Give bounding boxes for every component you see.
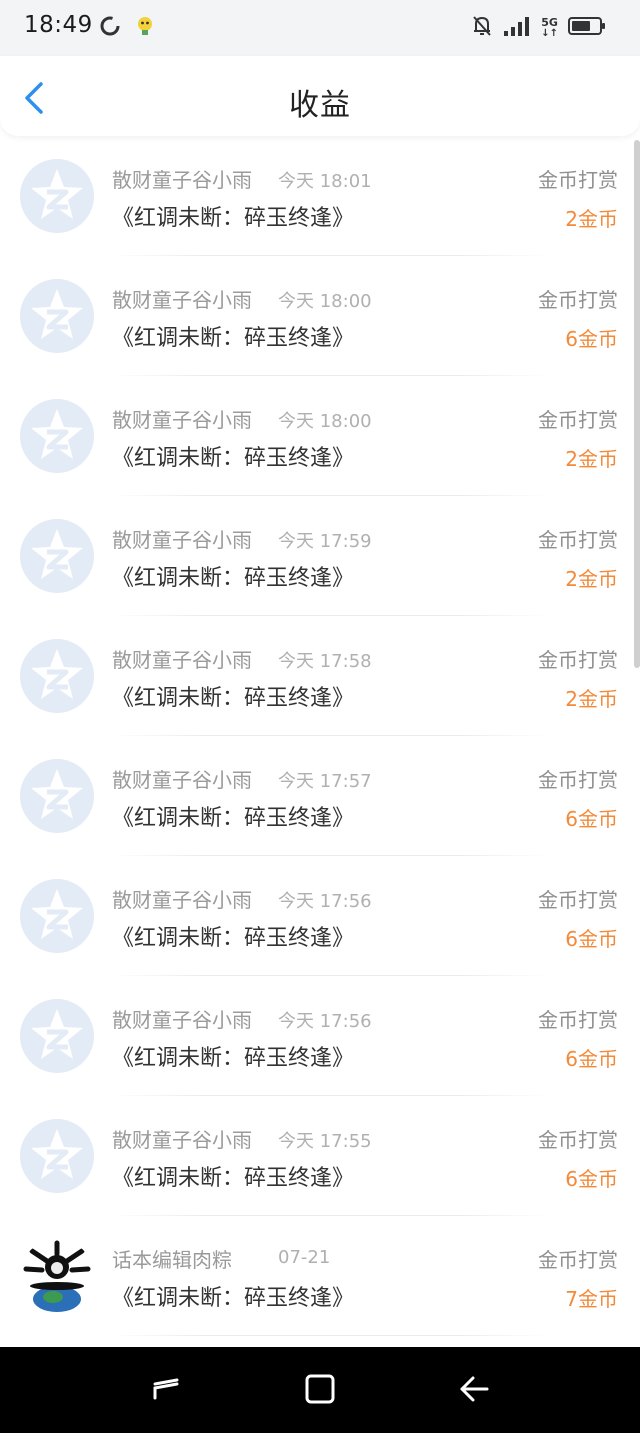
work-title: 《红调未断：碎玉终逢》 [112,566,355,591]
work-title: 《红调未断：碎玉终逢》 [112,926,355,951]
earning-record-row[interactable]: 散财童子谷小雨 今天 17:57 《红调未断：碎玉终逢》 金币打赏 6金币 [0,736,640,856]
default-avatar-icon[interactable] [20,279,94,353]
earning-record-row[interactable]: 散财童子谷小雨 今天 17:59 《红调未断：碎玉终逢》 金币打赏 2金币 [0,496,640,616]
sender-name: 散财童子谷小雨 [112,768,252,792]
reward-amount: 6金币 [565,807,618,831]
reward-type: 金币打赏 [538,1128,618,1152]
reward-amount: 2金币 [565,567,618,591]
reward-amount: 6金币 [565,327,618,351]
row-divider [112,1335,548,1336]
reward-amount: 2金币 [565,447,618,471]
reward-type: 金币打赏 [538,1248,618,1272]
signal-icon [503,14,531,42]
reward-amount: 2金币 [565,687,618,711]
earning-record-row[interactable]: 散财童子谷小雨 今天 18:01 《红调未断：碎玉终逢》 金币打赏 2金币 [0,136,640,256]
default-avatar-icon[interactable] [20,159,94,233]
record-time: 07-21 [278,1247,331,1268]
data-arrows-icon: ↓↑ [541,28,558,39]
header: 收益 [0,56,640,136]
network-type-icon: 5G ↓↑ [541,17,558,39]
status-right-icons: 5G ↓↑ [471,14,606,42]
app-notification-icon [134,15,156,41]
battery-icon [568,15,606,41]
work-title: 《红调未断：碎玉终逢》 [112,326,355,351]
work-title: 《红调未断：碎玉终逢》 [112,1046,355,1071]
sender-name: 散财童子谷小雨 [112,528,252,552]
record-time: 今天 18:00 [278,411,372,432]
sender-name: 散财童子谷小雨 [112,888,252,912]
default-avatar-icon[interactable] [20,639,94,713]
reward-type: 金币打赏 [538,288,618,312]
work-title: 《红调未断：碎玉终逢》 [112,206,355,231]
work-title: 《红调未断：碎玉终逢》 [112,686,355,711]
reward-type: 金币打赏 [538,648,618,672]
earning-record-row[interactable]: 散财童子谷小雨 今天 17:56 《红调未断：碎玉终逢》 金币打赏 6金币 [0,856,640,976]
sender-name: 散财童子谷小雨 [112,1128,252,1152]
status-bar: 18:49 5G ↓↑ [0,0,640,56]
reward-type: 金币打赏 [538,168,618,192]
reward-type: 金币打赏 [538,1008,618,1032]
status-time: 18:49 [24,12,93,38]
sender-name: 散财童子谷小雨 [112,408,252,432]
earning-record-row[interactable]: 散财童子谷小雨 今天 18:00 《红调未断：碎玉终逢》 金币打赏 2金币 [0,376,640,496]
network-type-label: 5G [541,16,558,29]
reward-type: 金币打赏 [538,408,618,432]
record-time: 今天 18:01 [278,171,372,192]
status-left-icons [98,14,156,42]
record-time: 今天 17:59 [278,531,372,552]
screen: 18:49 5G ↓↑ 收益 散财童子谷小雨 今天 18:01 《红调未断：碎玉… [0,0,640,1433]
sender-name: 散财童子谷小雨 [112,288,252,312]
reward-type: 金币打赏 [538,528,618,552]
earning-record-row[interactable]: 散财童子谷小雨 今天 17:56 《红调未断：碎玉终逢》 金币打赏 6金币 [0,976,640,1096]
page-title: 收益 [289,88,351,123]
back-arrow-icon [457,1372,491,1410]
home-button[interactable] [300,1371,340,1411]
default-avatar-icon[interactable] [20,399,94,473]
reward-amount: 7金币 [565,1287,618,1311]
reward-amount: 2金币 [565,207,618,231]
sender-name: 话本编辑肉粽 [112,1248,232,1272]
sync-icon [98,14,122,42]
earning-record-row[interactable]: 散财童子谷小雨 今天 17:58 《红调未断：碎玉终逢》 金币打赏 2金币 [0,616,640,736]
mute-bell-icon [471,14,493,42]
reward-type: 金币打赏 [538,888,618,912]
recent-apps-icon [149,1372,183,1410]
sender-name: 散财童子谷小雨 [112,168,252,192]
earning-record-row[interactable]: 话本编辑肉粽 07-21 《红调未断：碎玉终逢》 金币打赏 7金币 [0,1216,640,1336]
system-nav-bar [0,1347,640,1433]
earning-record-row[interactable]: 散财童子谷小雨 今天 18:00 《红调未断：碎玉终逢》 金币打赏 6金币 [0,256,640,376]
sender-name: 散财童子谷小雨 [112,1008,252,1032]
sender-name: 散财童子谷小雨 [112,648,252,672]
user-avatar[interactable] [20,1239,94,1313]
earning-record-row[interactable]: 散财童子谷小雨 今天 17:55 《红调未断：碎玉终逢》 金币打赏 6金币 [0,1096,640,1216]
default-avatar-icon[interactable] [20,1119,94,1193]
record-time: 今天 17:58 [278,651,372,672]
default-avatar-icon[interactable] [20,759,94,833]
work-title: 《红调未断：碎玉终逢》 [112,806,355,831]
record-time: 今天 17:56 [278,891,372,912]
reward-amount: 6金币 [565,1047,618,1071]
work-title: 《红调未断：碎玉终逢》 [112,446,355,471]
scrollbar[interactable] [634,140,640,668]
default-avatar-icon[interactable] [20,999,94,1073]
back-nav-button[interactable] [454,1371,494,1411]
record-time: 今天 17:56 [278,1011,372,1032]
reward-amount: 6金币 [565,927,618,951]
record-time: 今天 18:00 [278,291,372,312]
work-title: 《红调未断：碎玉终逢》 [112,1286,355,1311]
work-title: 《红调未断：碎玉终逢》 [112,1166,355,1191]
record-time: 今天 17:57 [278,771,372,792]
reward-type: 金币打赏 [538,768,618,792]
reward-amount: 6金币 [565,1167,618,1191]
default-avatar-icon[interactable] [20,519,94,593]
default-avatar-icon[interactable] [20,879,94,953]
earnings-list: 散财童子谷小雨 今天 18:01 《红调未断：碎玉终逢》 金币打赏 2金币 散财童子谷小雨… [0,136,640,1336]
recent-apps-button[interactable] [146,1371,186,1411]
record-time: 今天 17:55 [278,1131,372,1152]
home-icon [303,1372,337,1410]
